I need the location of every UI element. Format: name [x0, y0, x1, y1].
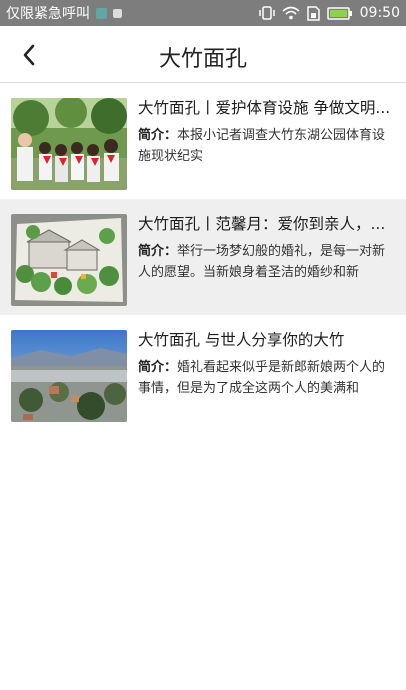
article-text: 大竹面孔 与世人分享你的大竹 简介：婚礼看起来似乎是新郎新娘两个人的事情，但是为…: [138, 329, 398, 399]
page-title: 大竹面孔: [158, 47, 247, 72]
article-thumbnail: [11, 98, 127, 190]
image-icon: [113, 8, 122, 18]
article-item[interactable]: 大竹面孔丨爱护体育设施 争做文明... 简介：本报小记者调查大竹东湖公园体育设施…: [0, 83, 406, 199]
article-summary: 简介：举行一场梦幻般的婚礼，是每一对新人的愿望。当新娘身着圣洁的婚纱和新: [138, 241, 398, 283]
vibrate-icon: [258, 6, 275, 20]
summary-label: 简介：: [138, 244, 178, 259]
status-time: 09:50: [359, 5, 400, 21]
article-item[interactable]: 大竹面孔 与世人分享你的大竹 简介：婚礼看起来似乎是新郎新娘两个人的事情，但是为…: [0, 315, 406, 431]
article-text: 大竹面孔丨范馨月：爱你到亲人，... 简介：举行一场梦幻般的婚礼，是每一对新人的…: [138, 213, 398, 283]
article-summary: 简介：婚礼看起来似乎是新郎新娘两个人的事情，但是为了成全这两个人的美满和: [138, 357, 398, 399]
article-title: 大竹面孔 与世人分享你的大竹: [138, 331, 345, 349]
carrier-text: 仅限紧急呼叫: [6, 6, 90, 22]
app-header: 大竹面孔: [0, 26, 406, 83]
summary-label: 简介：: [138, 128, 178, 143]
status-bar: 仅限紧急呼叫 09:50: [0, 0, 406, 26]
status-left: 仅限紧急呼叫: [0, 3, 122, 23]
article-thumbnail: [11, 214, 127, 306]
article-list: 大竹面孔丨爱护体育设施 争做文明... 简介：本报小记者调查大竹东湖公园体育设施…: [0, 83, 406, 431]
summary-label: 简介：: [138, 360, 178, 375]
notification-icon: [96, 7, 107, 19]
status-right: 09:50: [258, 5, 406, 21]
article-thumbnail: [11, 330, 127, 422]
article-title: 大竹面孔丨爱护体育设施 争做文明...: [138, 99, 391, 117]
wifi-icon: [282, 6, 300, 20]
article-text: 大竹面孔丨爱护体育设施 争做文明... 简介：本报小记者调查大竹东湖公园体育设施…: [138, 97, 398, 167]
article-title: 大竹面孔丨范馨月：爱你到亲人，...: [138, 215, 386, 233]
battery-icon: [326, 6, 353, 20]
sim-icon: [306, 5, 320, 21]
article-item[interactable]: 大竹面孔丨范馨月：爱你到亲人，... 简介：举行一场梦幻般的婚礼，是每一对新人的…: [0, 199, 406, 315]
article-summary: 简介：本报小记者调查大竹东湖公园体育设施现状纪实: [138, 125, 398, 167]
